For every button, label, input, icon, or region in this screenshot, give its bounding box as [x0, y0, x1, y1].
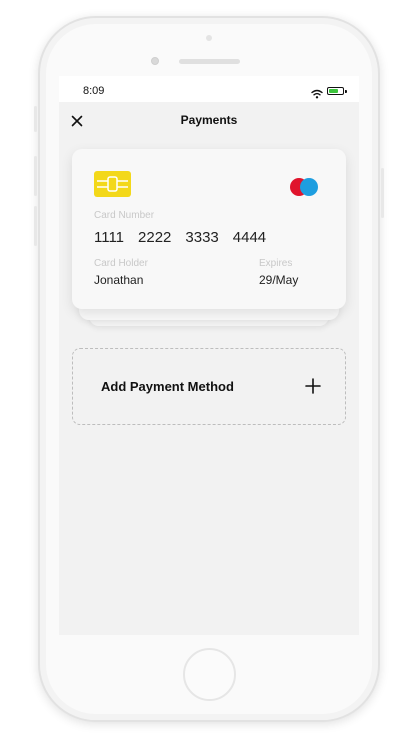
card-brand-icon: [289, 177, 319, 197]
earpiece-speaker: [179, 59, 240, 64]
card-number-group: 4444: [232, 229, 267, 246]
card-holder-label: Card Holder: [94, 258, 148, 269]
add-payment-method-label: Add Payment Method: [101, 379, 234, 394]
add-payment-method-button[interactable]: Add Payment Method: [72, 348, 346, 425]
card-number-label: Card Number: [94, 210, 155, 221]
card-number-group: 1111: [94, 229, 125, 246]
wifi-icon: [311, 86, 323, 99]
plus-icon: [305, 378, 321, 394]
card-number: 1111 2222 3333 4444: [94, 229, 280, 246]
card-number-group: 2222: [138, 229, 172, 246]
card-holder-value: Jonathan: [94, 273, 144, 287]
home-button[interactable]: [183, 648, 236, 701]
payment-card[interactable]: Card Number 1111 2222 3333 4444 Card Holder…: [72, 149, 346, 309]
screen: 8:09 Payments Card Number 1111 2222 3333…: [59, 76, 359, 635]
page-title: Payments: [180, 113, 238, 127]
power-button: [381, 168, 384, 218]
volume-down-button: [34, 206, 37, 246]
expires-value: 29/May: [259, 273, 299, 287]
volume-up-button: [34, 156, 37, 196]
front-camera: [151, 57, 159, 65]
status-time: 8:09: [83, 85, 105, 97]
expires-label: Expires: [259, 258, 293, 269]
card-chip-icon: [94, 171, 131, 197]
proximity-sensor: [206, 35, 212, 41]
card-number-group: 3333: [185, 229, 219, 246]
status-bar: 8:09: [59, 76, 359, 102]
battery-icon: [327, 87, 347, 95]
side-button: [34, 106, 37, 132]
